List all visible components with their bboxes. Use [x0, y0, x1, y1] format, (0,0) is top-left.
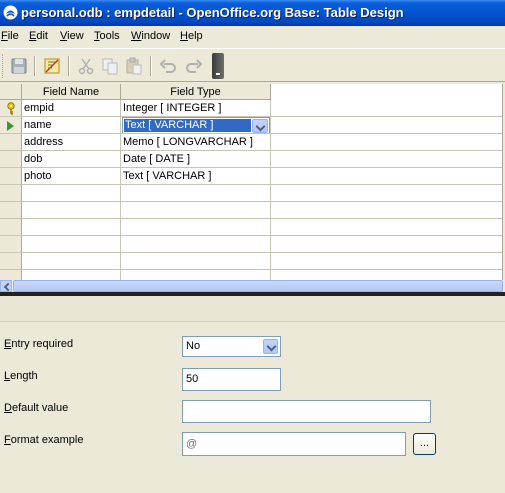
- default-value-label: Default value: [4, 402, 69, 414]
- primary-key-icon: [7, 102, 15, 115]
- field-name-cell[interactable]: [22, 219, 121, 236]
- length-input[interactable]: 50: [182, 368, 281, 391]
- field-type-cell[interactable]: Integer [ INTEGER ]: [121, 100, 271, 117]
- scroll-left-icon[interactable]: [0, 280, 12, 292]
- row-header[interactable]: [0, 270, 22, 280]
- field-name-cell[interactable]: [22, 253, 121, 270]
- row-header[interactable]: [0, 219, 22, 236]
- row-header[interactable]: [0, 117, 22, 134]
- column-header-field-name[interactable]: Field Name: [22, 84, 121, 100]
- field-name-cell[interactable]: dob: [22, 151, 121, 168]
- row-line: [271, 168, 502, 185]
- format-example-label: Format example: [4, 434, 84, 446]
- field-name-cell[interactable]: [22, 185, 121, 202]
- window-title: personal.odb : empdetail - OpenOffice.or…: [21, 5, 404, 20]
- format-example-field: @: [182, 432, 406, 456]
- entry-required-label: Entry required: [4, 338, 74, 350]
- openoffice-icon: [3, 5, 18, 20]
- menu-bar: File Edit View Tools Window Help: [0, 26, 505, 48]
- field-type-cell[interactable]: [121, 219, 271, 236]
- field-name-cell[interactable]: address: [22, 134, 121, 151]
- toolbar-grip[interactable]: [2, 54, 5, 78]
- row-header[interactable]: [0, 151, 22, 168]
- empty-row: [271, 219, 502, 236]
- row-header[interactable]: [0, 202, 22, 219]
- horizontal-scrollbar[interactable]: [0, 280, 503, 292]
- menu-window[interactable]: Window: [131, 30, 170, 42]
- toolbar-overflow-button[interactable]: [212, 53, 224, 79]
- menu-view[interactable]: View: [60, 30, 84, 42]
- row-header[interactable]: [0, 100, 22, 117]
- field-type-cell[interactable]: [121, 202, 271, 219]
- row-line: [271, 117, 502, 134]
- menu-file[interactable]: File: [1, 30, 19, 42]
- format-button[interactable]: ...: [413, 433, 436, 455]
- column-header-field-type[interactable]: Field Type: [121, 84, 271, 100]
- field-type-select[interactable]: Text [ VARCHAR ]: [122, 117, 270, 133]
- chevron-down-icon[interactable]: [252, 119, 268, 133]
- cut-icon[interactable]: [76, 56, 96, 76]
- field-name-cell[interactable]: photo: [22, 168, 121, 185]
- copy-icon[interactable]: [100, 56, 120, 76]
- row-header[interactable]: [0, 185, 22, 202]
- row-line: [271, 100, 502, 117]
- length-label: Length: [4, 370, 38, 382]
- chevron-down-icon[interactable]: [263, 339, 278, 354]
- toolbar-separator: [150, 56, 152, 76]
- field-type-cell: Text [ VARCHAR ]: [121, 117, 271, 134]
- toolbar-separator: [68, 56, 70, 76]
- grid-corner: [0, 84, 22, 100]
- menu-edit[interactable]: Edit: [29, 30, 48, 42]
- entry-required-select[interactable]: No: [182, 336, 281, 357]
- menu-tools[interactable]: Tools: [94, 30, 120, 42]
- title-bar: personal.odb : empdetail - OpenOffice.or…: [0, 0, 505, 26]
- field-name-cell[interactable]: [22, 270, 121, 280]
- field-name-cell[interactable]: empid: [22, 100, 121, 117]
- field-name-cell[interactable]: [22, 236, 121, 253]
- field-name-cell[interactable]: name: [22, 117, 121, 134]
- undo-icon[interactable]: [158, 56, 178, 76]
- menu-help[interactable]: Help: [180, 30, 203, 42]
- field-type-cell[interactable]: Text [ VARCHAR ]: [121, 168, 271, 185]
- empty-row: [271, 202, 502, 219]
- field-type-cell[interactable]: [121, 185, 271, 202]
- save-icon[interactable]: [9, 56, 29, 76]
- properties-header-band: [0, 296, 505, 322]
- index-design-icon[interactable]: [42, 56, 62, 76]
- toolbar-separator: [34, 56, 36, 76]
- field-name-cell[interactable]: [22, 202, 121, 219]
- row-header[interactable]: [0, 253, 22, 270]
- row-line: [271, 134, 502, 151]
- empty-row: [271, 185, 502, 202]
- entry-required-value: No: [186, 340, 201, 352]
- empty-row: [271, 236, 502, 253]
- scrollbar-thumb[interactable]: [13, 280, 503, 292]
- empty-row: [271, 253, 502, 270]
- field-grid: Field Name Field Type empid Integer [ IN…: [0, 84, 503, 280]
- redo-icon[interactable]: [184, 56, 204, 76]
- row-header[interactable]: [0, 168, 22, 185]
- field-type-cell[interactable]: [121, 236, 271, 253]
- row-header[interactable]: [0, 236, 22, 253]
- field-type-cell[interactable]: [121, 253, 271, 270]
- row-header[interactable]: [0, 134, 22, 151]
- default-value-input[interactable]: [182, 400, 431, 423]
- field-type-select-value: Text [ VARCHAR ]: [124, 119, 251, 132]
- paste-icon[interactable]: [124, 56, 144, 76]
- current-row-arrow-icon: [7, 121, 14, 131]
- field-type-cell[interactable]: Memo [ LONGVARCHAR ]: [121, 134, 271, 151]
- field-properties-panel: Entry required No Length 50 Default valu…: [0, 296, 505, 493]
- row-line: [271, 151, 502, 168]
- toolbar: [0, 48, 505, 82]
- field-type-cell[interactable]: [121, 270, 271, 280]
- field-type-cell[interactable]: Date [ DATE ]: [121, 151, 271, 168]
